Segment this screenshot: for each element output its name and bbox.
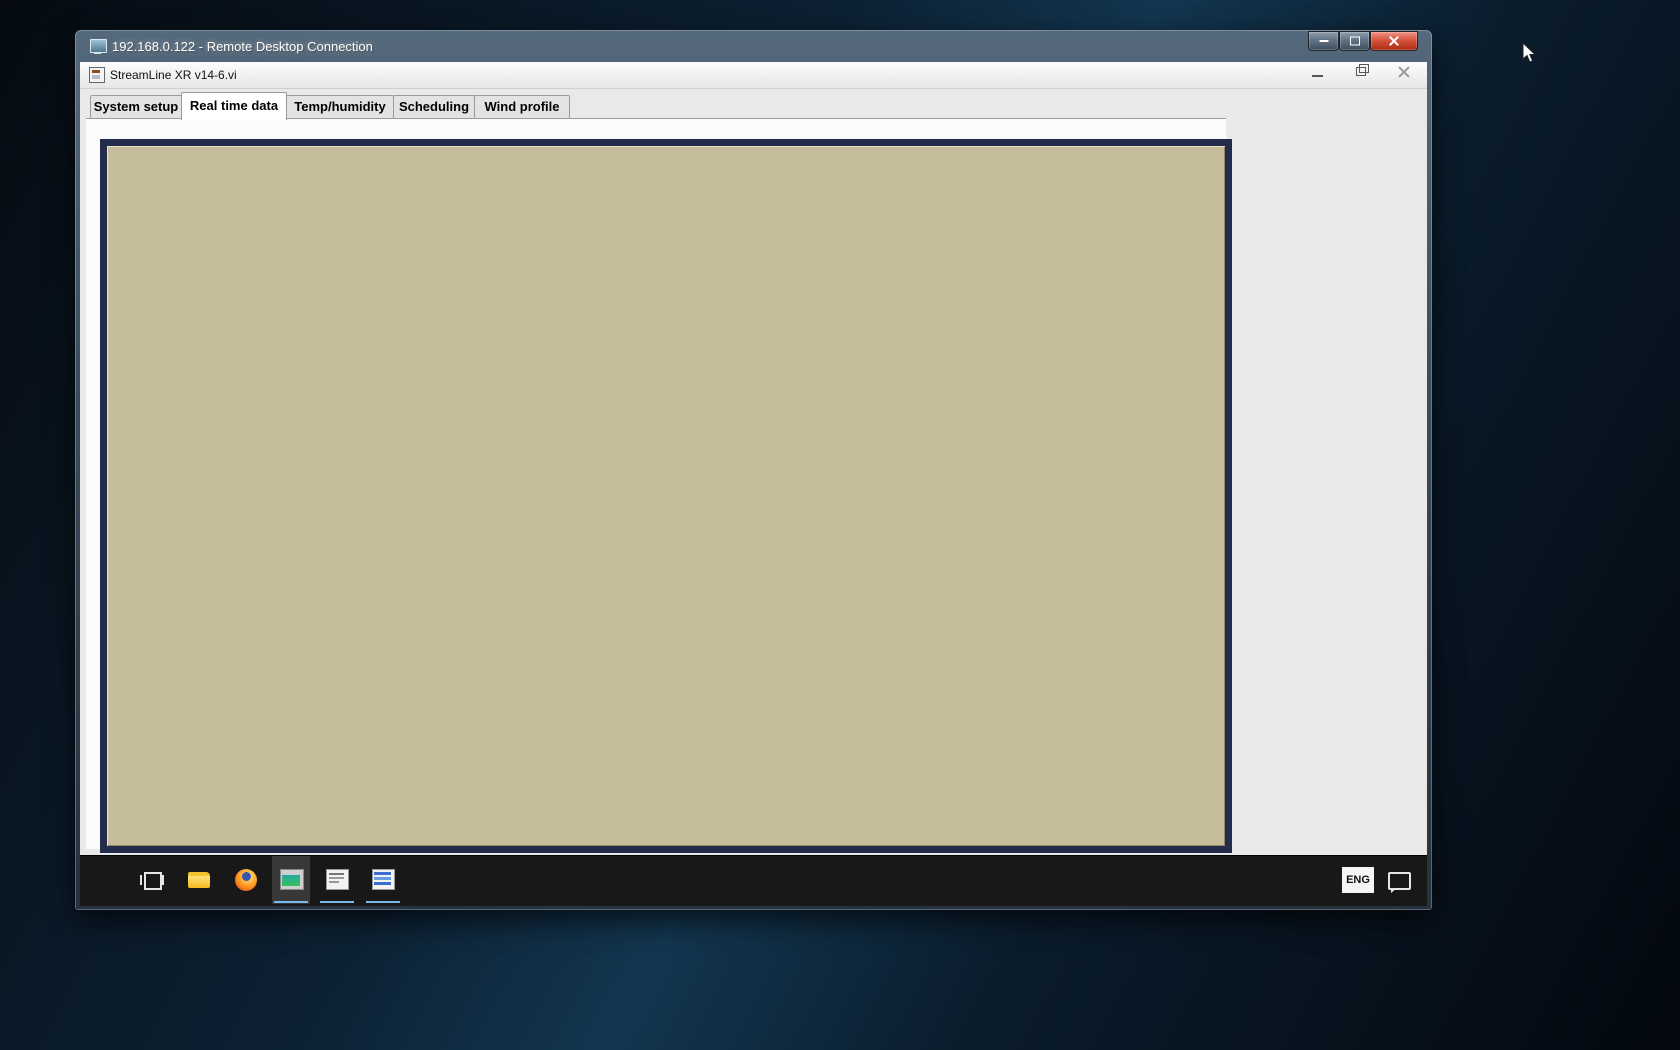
minimize-icon	[1319, 40, 1328, 42]
app-titlebar	[80, 62, 1427, 89]
file-explorer-button[interactable]	[187, 868, 211, 892]
rdp-maximize-button[interactable]	[1339, 31, 1370, 51]
task-view-icon	[140, 875, 142, 885]
tab-real-time-data[interactable]: Real time data	[181, 92, 287, 120]
folder-icon	[188, 876, 210, 888]
schedule-app-icon	[374, 877, 391, 880]
tab-system-setup[interactable]: System setup	[90, 95, 182, 118]
close-icon	[1389, 36, 1399, 46]
schedule-app-button[interactable]	[364, 856, 402, 904]
open-app-indicator	[320, 901, 354, 903]
app-window-icon	[282, 875, 300, 886]
firefox-button[interactable]	[234, 868, 258, 892]
task-view-icon	[144, 872, 162, 890]
desktop: 192.168.0.122 - Remote Desktop Connectio…	[0, 0, 1680, 1050]
rdp-icon	[90, 39, 107, 54]
task-view-button[interactable]	[140, 868, 164, 892]
app-close-button[interactable]	[1398, 66, 1410, 78]
scan-scheduler-icon	[329, 877, 344, 879]
tab-wind-profile[interactable]: Wind profile	[474, 95, 570, 118]
mouse-cursor	[1522, 42, 1537, 63]
scan-scheduler-app-button[interactable]	[318, 856, 356, 904]
scan-scheduler-icon	[329, 881, 339, 883]
task-view-icon	[162, 875, 164, 885]
tab-temp-humidity[interactable]: Temp/humidity	[286, 95, 394, 118]
open-app-indicator	[274, 901, 308, 903]
notification-bubble-icon[interactable]	[1388, 872, 1411, 893]
scan-scheduler-icon	[329, 873, 344, 875]
maximize-icon	[1349, 36, 1360, 46]
language-indicator[interactable]: ENG	[1342, 867, 1374, 893]
streamline-app-button[interactable]	[272, 856, 310, 904]
app-window-title: StreamLine XR v14-6.vi	[110, 68, 237, 82]
rdp-window-title: 192.168.0.122 - Remote Desktop Connectio…	[112, 39, 373, 54]
firefox-icon	[242, 872, 251, 881]
app-restore-button[interactable]	[1356, 64, 1369, 76]
rdp-minimize-button[interactable]	[1308, 31, 1339, 51]
app-minimize-button[interactable]	[1312, 75, 1323, 77]
tab-scheduling[interactable]: Scheduling	[393, 95, 475, 118]
main-panel	[100, 139, 1232, 853]
schedule-app-icon	[374, 872, 391, 875]
schedule-app-icon	[374, 882, 391, 885]
rdp-close-button[interactable]	[1370, 31, 1418, 51]
vi-file-icon	[89, 67, 105, 83]
open-app-indicator	[366, 901, 400, 903]
